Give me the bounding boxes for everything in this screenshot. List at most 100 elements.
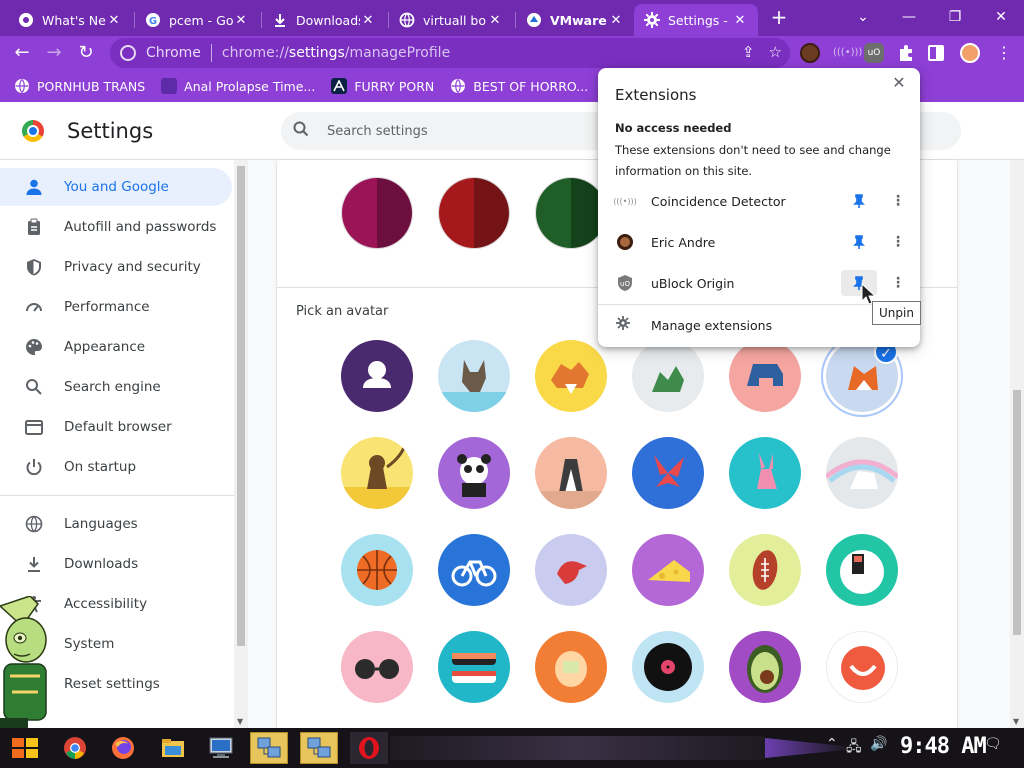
- avatar-origami-penguin[interactable]: [535, 437, 607, 509]
- tab-whats-new[interactable]: What's Ne ✕: [8, 4, 132, 36]
- sidebar-item-on-startup[interactable]: On startup: [0, 448, 232, 486]
- eric-andre-icon[interactable]: [800, 43, 820, 63]
- network-icon[interactable]: [300, 732, 338, 764]
- bookmark-item[interactable]: Anal Prolapse Time...: [161, 78, 315, 94]
- scroll-down-arrow-icon[interactable]: ▼: [237, 717, 243, 726]
- close-icon[interactable]: ✕: [360, 13, 376, 28]
- close-icon[interactable]: ✕: [487, 13, 503, 28]
- ublock-icon[interactable]: uO: [864, 43, 884, 63]
- avatar-vinyl-record[interactable]: [632, 631, 704, 703]
- more-options-icon[interactable]: ⋮: [888, 270, 908, 296]
- scrollbar-thumb[interactable]: [237, 166, 245, 646]
- side-panel-icon[interactable]: [928, 45, 944, 61]
- address-bar[interactable]: Chrome chrome://settings/manageProfile ⇪…: [110, 38, 790, 68]
- bookmark-item[interactable]: FURRY PORN: [331, 78, 434, 94]
- computer-icon[interactable]: [202, 732, 240, 764]
- avatar-avocado[interactable]: [729, 631, 801, 703]
- avatar-basketball[interactable]: [341, 534, 413, 606]
- avatar-origami-butterfly[interactable]: [632, 437, 704, 509]
- scrollbar-thumb[interactable]: [1013, 390, 1021, 635]
- avatar-origami-panda[interactable]: [438, 437, 510, 509]
- avatar-origami-monkey[interactable]: [341, 437, 413, 509]
- sidebar-item-appearance[interactable]: Appearance: [0, 328, 232, 366]
- sidebar-item-search-engine[interactable]: Search engine: [0, 368, 232, 406]
- avatar-red-bird[interactable]: [535, 534, 607, 606]
- network-tray-icon[interactable]: 🖧: [846, 736, 862, 760]
- opera-icon[interactable]: [350, 732, 388, 764]
- url-text[interactable]: chrome://settings/manageProfile: [222, 45, 450, 61]
- reload-button[interactable]: ↻: [74, 41, 98, 65]
- taskbar-clock[interactable]: 9:48 AM: [900, 734, 987, 759]
- profile-avatar-icon[interactable]: [960, 43, 980, 63]
- tab-settings[interactable]: Settings - ✕: [634, 4, 758, 36]
- back-button[interactable]: ←: [10, 41, 34, 65]
- avatar-sushi[interactable]: [438, 631, 510, 703]
- avatar-origami-elephant[interactable]: [729, 340, 801, 412]
- share-icon[interactable]: ⇪: [742, 43, 755, 61]
- coincidence-detector-icon[interactable]: (((•))): [833, 43, 862, 63]
- sidebar-item-downloads[interactable]: Downloads: [0, 545, 232, 583]
- avatar-origami-unicorn[interactable]: [826, 437, 898, 509]
- bookmark-item[interactable]: PORNHUB TRANS: [14, 78, 145, 94]
- scroll-down-arrow-icon[interactable]: ▼: [1013, 717, 1019, 726]
- theme-color-swatch[interactable]: [341, 177, 413, 249]
- tab-downloads[interactable]: Downloads ✕: [262, 4, 386, 36]
- tab-search-button[interactable]: ⌄: [840, 4, 886, 30]
- bookmark-label: BEST OF HORRO...: [473, 78, 589, 94]
- pin-icon[interactable]: [841, 188, 877, 214]
- extension-row[interactable]: Eric Andre ⋮: [598, 222, 920, 262]
- file-explorer-icon[interactable]: [154, 732, 192, 764]
- firefox-icon[interactable]: [104, 732, 142, 764]
- chrome-icon[interactable]: [56, 732, 94, 764]
- pin-icon[interactable]: [841, 229, 877, 255]
- new-tab-button[interactable]: +: [767, 5, 791, 29]
- avatar-origami-dragon[interactable]: [632, 340, 704, 412]
- start-icon[interactable]: [6, 732, 44, 764]
- theme-color-swatch[interactable]: [535, 177, 607, 249]
- avatar-origami-rabbit[interactable]: [729, 437, 801, 509]
- sidebar-item-you-and-google[interactable]: You and Google: [0, 168, 232, 206]
- avatar-tamagotchi[interactable]: [535, 631, 607, 703]
- main-scrollbar[interactable]: ▼: [1010, 160, 1024, 728]
- sidebar-scrollbar[interactable]: ▼: [234, 160, 248, 728]
- close-icon[interactable]: ✕: [888, 72, 910, 94]
- menu-kebab-icon[interactable]: ⋮: [992, 41, 1016, 65]
- more-options-icon[interactable]: ⋮: [888, 229, 908, 255]
- extensions-puzzle-icon[interactable]: [896, 43, 916, 63]
- tab-virtual-box[interactable]: virtuall bo ✕: [389, 4, 513, 36]
- sidebar-item-languages[interactable]: Languages: [0, 505, 232, 543]
- tab-vmware[interactable]: VMware Pl ✕: [516, 4, 634, 36]
- extension-row[interactable]: (((•))) Coincidence Detector ⋮: [598, 181, 920, 221]
- close-icon[interactable]: ✕: [732, 13, 748, 28]
- avatar-bike[interactable]: [438, 534, 510, 606]
- bookmark-item[interactable]: BEST OF HORRO...: [450, 78, 588, 94]
- close-icon[interactable]: ✕: [233, 13, 249, 28]
- avatar-sunglasses[interactable]: [341, 631, 413, 703]
- avatar-sushi-plate[interactable]: [826, 534, 898, 606]
- minimize-button[interactable]: —: [886, 4, 932, 30]
- tray-chevron-icon[interactable]: ⌃: [826, 736, 838, 752]
- more-options-icon[interactable]: ⋮: [888, 188, 908, 214]
- sidebar-item-default-browser[interactable]: Default browser: [0, 408, 232, 446]
- avatar-football[interactable]: [729, 534, 801, 606]
- avatar-smiley-bubble[interactable]: [826, 631, 898, 703]
- sidebar-item-performance[interactable]: Performance: [0, 288, 232, 326]
- avatar-origami-cat[interactable]: [438, 340, 510, 412]
- restore-button[interactable]: ❐: [932, 4, 978, 30]
- forward-button[interactable]: →: [42, 41, 66, 65]
- avatar-cheese[interactable]: [632, 534, 704, 606]
- avatar-generic-person[interactable]: [341, 340, 413, 412]
- bookmark-star-icon[interactable]: ☆: [769, 43, 782, 61]
- network-icon[interactable]: [250, 732, 288, 764]
- notifications-icon[interactable]: 🗨: [984, 736, 1002, 752]
- sidebar-item-autofill-and-passwords[interactable]: Autofill and passwords: [0, 208, 232, 246]
- sidebar-item-privacy-and-security[interactable]: Privacy and security: [0, 248, 232, 286]
- tab-pcem[interactable]: G pcem - Go ✕: [135, 4, 259, 36]
- theme-color-swatch[interactable]: [438, 177, 510, 249]
- avatar-origami-corgi[interactable]: [535, 340, 607, 412]
- volume-icon[interactable]: 🔊: [870, 736, 887, 752]
- close-icon[interactable]: ✕: [106, 13, 122, 28]
- site-info-chip[interactable]: Chrome: [110, 45, 201, 61]
- close-icon[interactable]: ✕: [608, 13, 624, 28]
- close-window-button[interactable]: ✕: [978, 4, 1024, 30]
